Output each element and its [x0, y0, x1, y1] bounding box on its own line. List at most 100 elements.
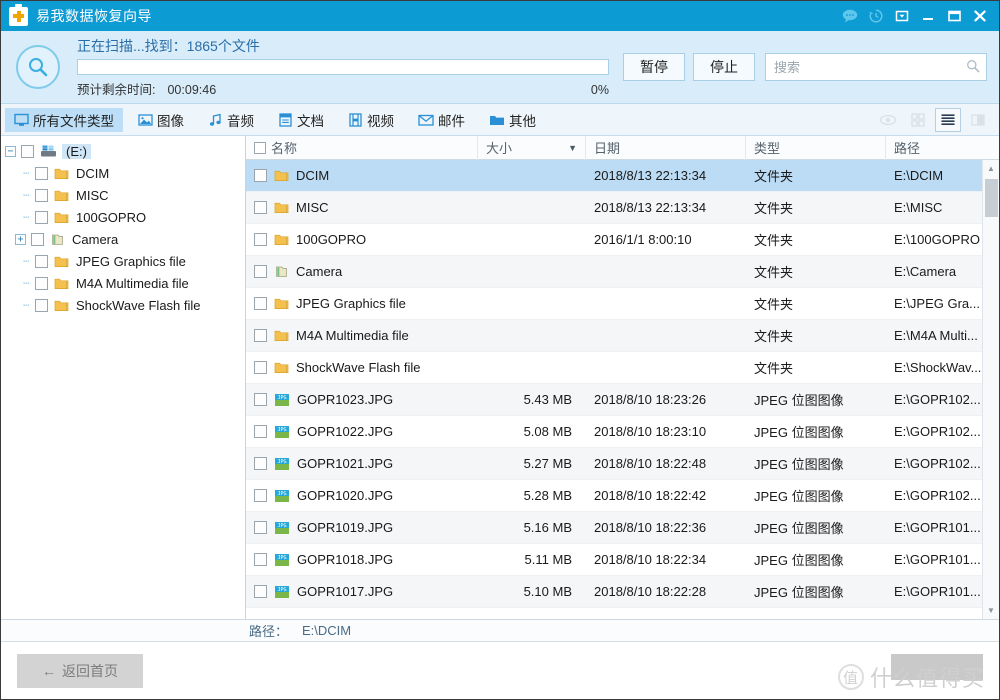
file-name: MISC — [296, 200, 329, 215]
data-recovery-window: 易我数据恢复向导 正在扫描...找到： 1865个文件 预计剩余时间: 00:0… — [0, 0, 1000, 700]
tree-checkbox[interactable] — [35, 298, 48, 312]
feedback-chat-icon[interactable] — [837, 3, 863, 29]
row-checkbox[interactable] — [254, 393, 267, 406]
tab-others[interactable]: 其他 — [480, 108, 545, 132]
scroll-up-arrow-icon[interactable]: ▲ — [983, 160, 1000, 177]
tab-documents[interactable]: 文档 — [269, 108, 333, 132]
cell-name: JPG GOPR1020.JPG — [246, 480, 478, 512]
row-checkbox[interactable] — [254, 201, 267, 214]
table-row[interactable]: JPG GOPR1019.JPG 5.16 MB 2018/8/10 18:22:36… — [246, 512, 982, 544]
tree-checkbox[interactable] — [35, 210, 48, 224]
next-button-disabled[interactable] — [891, 654, 983, 680]
tree-expander-icon[interactable]: + — [15, 233, 26, 245]
tab-all-file-types[interactable]: 所有文件类型 — [5, 107, 123, 132]
tree-checkbox[interactable] — [35, 254, 48, 268]
file-name: M4A Multimedia file — [296, 328, 409, 343]
table-row[interactable]: JPG GOPR1018.JPG 5.11 MB 2018/8/10 18:22:34… — [246, 544, 982, 576]
progress-percent-label: 0% — [590, 83, 609, 97]
tree-node-m4a-multimedia-file[interactable]: ┄ M4A Multimedia file — [1, 272, 245, 294]
list-view-icon[interactable] — [935, 107, 961, 132]
row-checkbox[interactable] — [254, 521, 267, 534]
table-row[interactable]: ShockWave Flash file 文件夹 E:\ShockWav... — [246, 352, 982, 384]
tree-node-dcim[interactable]: ┄ DCIM — [1, 162, 245, 184]
close-button[interactable] — [967, 3, 993, 29]
minimize-button[interactable] — [915, 3, 941, 29]
pause-button[interactable]: 暂停 — [623, 53, 685, 81]
row-checkbox[interactable] — [254, 585, 267, 598]
scroll-down-arrow-icon[interactable]: ▼ — [983, 602, 1000, 619]
row-checkbox[interactable] — [254, 457, 267, 470]
row-checkbox[interactable] — [254, 233, 267, 246]
column-header-type[interactable]: 类型 — [746, 135, 886, 160]
sort-descending-icon[interactable]: ▼ — [568, 143, 577, 153]
table-row[interactable]: MISC 2018/8/13 22:13:34 文件夹 E:\MISC — [246, 192, 982, 224]
tree-node-misc[interactable]: ┄ MISC — [1, 184, 245, 206]
folder-icon — [274, 329, 289, 342]
cell-path: E:\GOPR101... — [894, 552, 981, 567]
column-header-path[interactable]: 路径 — [886, 136, 999, 160]
tree-expander-icon[interactable]: − — [5, 145, 16, 157]
tree-node-jpeg-graphics-file[interactable]: ┄ JPEG Graphics file — [1, 250, 245, 272]
column-header-name[interactable]: 名称 — [246, 135, 478, 160]
table-row[interactable]: M4A Multimedia file 文件夹 E:\M4A Multi... — [246, 320, 982, 352]
vertical-scrollbar[interactable]: ▲ ▼ — [982, 160, 999, 619]
table-row[interactable]: Camera 文件夹 E:\Camera — [246, 256, 982, 288]
table-row[interactable]: JPG GOPR1017.JPG 5.10 MB 2018/8/10 18:22:28… — [246, 576, 982, 608]
row-checkbox[interactable] — [254, 361, 267, 374]
row-checkbox[interactable] — [254, 553, 267, 566]
tree-node-100gopro[interactable]: ┄ 100GOPRO — [1, 206, 245, 228]
detail-pane-icon[interactable] — [965, 108, 991, 132]
scan-progress-area: 正在扫描...找到： 1865个文件 预计剩余时间: 00:09:46 0% — [65, 36, 609, 98]
search-input[interactable] — [774, 59, 966, 75]
row-checkbox[interactable] — [254, 329, 267, 342]
table-row[interactable]: JPG GOPR1021.JPG 5.27 MB 2018/8/10 18:22:48… — [246, 448, 982, 480]
table-row[interactable]: JPG GOPR1022.JPG 5.08 MB 2018/8/10 18:23:10… — [246, 416, 982, 448]
tab-images[interactable]: 图像 — [129, 108, 193, 132]
maximize-button[interactable] — [941, 3, 967, 29]
table-rows: DCIM 2018/8/13 22:13:34 文件夹 E:\DCIM MISC 2018… — [246, 160, 982, 619]
row-checkbox[interactable] — [254, 297, 267, 310]
row-checkbox[interactable] — [254, 265, 267, 278]
tab-audio[interactable]: 音频 — [199, 108, 263, 132]
cell-name: JPEG Graphics file — [246, 288, 478, 320]
column-header-size[interactable]: 大小 ▼ — [478, 135, 586, 160]
cell-name: JPG GOPR1021.JPG — [246, 448, 478, 480]
preview-eye-icon[interactable] — [875, 108, 901, 132]
select-all-checkbox[interactable] — [254, 141, 266, 154]
column-header-date[interactable]: 日期 — [586, 135, 746, 160]
back-to-home-button[interactable]: ← 返回首页 — [17, 653, 143, 688]
row-checkbox[interactable] — [254, 169, 267, 182]
history-clock-icon[interactable] — [863, 3, 889, 29]
menu-dropdown-icon[interactable] — [889, 3, 915, 29]
jpg-file-icon: JPG — [274, 457, 290, 471]
music-note-icon — [208, 113, 223, 127]
table-row[interactable]: 100GOPRO 2016/1/1 8:00:10 文件夹 E:\100GOPRO — [246, 224, 982, 256]
row-checkbox[interactable] — [254, 489, 267, 502]
tree-checkbox[interactable] — [35, 166, 48, 180]
row-checkbox[interactable] — [254, 425, 267, 438]
tree-node-shockwave-flash-file[interactable]: ┄ ShockWave Flash file — [1, 294, 245, 316]
tree-node-drive-e[interactable]: − (E:) — [1, 140, 245, 162]
scrollbar-thumb[interactable] — [984, 179, 998, 217]
tree-checkbox[interactable] — [31, 232, 44, 246]
tab-email[interactable]: 邮件 — [409, 108, 474, 132]
file-name: GOPR1020.JPG — [297, 488, 394, 503]
table-row[interactable]: JPG GOPR1020.JPG 5.28 MB 2018/8/10 18:22:42… — [246, 480, 982, 512]
search-box[interactable] — [765, 53, 987, 81]
tree-checkbox[interactable] — [21, 144, 34, 158]
back-button-label: 返回首页 — [62, 662, 118, 679]
thumbnail-grid-icon[interactable] — [905, 108, 931, 132]
tab-video[interactable]: 视频 — [339, 108, 403, 132]
table-row[interactable]: DCIM 2018/8/13 22:13:34 文件夹 E:\DCIM — [246, 160, 982, 192]
table-row[interactable]: JPEG Graphics file 文件夹 E:\JPEG Gra... — [246, 288, 982, 320]
tree-checkbox[interactable] — [35, 188, 48, 202]
cell-type: JPEG 位图图像 — [754, 521, 844, 536]
cell-type: 文件夹 — [754, 233, 794, 248]
column-label: 类型 — [754, 141, 781, 156]
stop-button[interactable]: 停止 — [693, 53, 755, 81]
tree-checkbox[interactable] — [35, 276, 48, 290]
tree-node-camera[interactable]: + Camera — [1, 228, 245, 250]
file-name: 100GOPRO — [296, 232, 367, 247]
cell-type: JPEG 位图图像 — [754, 393, 844, 408]
table-row[interactable]: JPG GOPR1023.JPG 5.43 MB 2018/8/10 18:23:26… — [246, 384, 982, 416]
